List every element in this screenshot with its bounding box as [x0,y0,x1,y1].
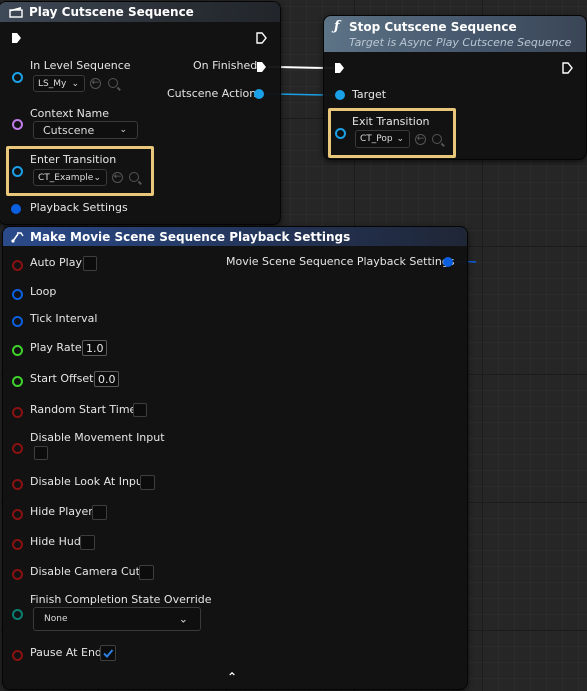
pause-at-end-checkbox[interactable] [100,645,116,661]
play-rate-label: Play Rate [30,341,82,354]
use-selected-icon[interactable]: ← [415,134,426,145]
hide-hud-pin[interactable] [12,539,23,550]
disable-movement-input-label: Disable Movement Input [30,431,165,444]
tick-interval-pin[interactable] [12,316,23,327]
play-rate-input[interactable]: 1.0 [82,340,107,356]
make-struct-icon [11,231,24,243]
context-name-value: Cutscene [43,123,95,137]
hide-hud-label: Hide Hud [30,535,81,548]
use-selected-icon[interactable]: ← [90,78,101,89]
play-exec-out-pin[interactable] [256,32,267,44]
play-node-header[interactable]: Play Cutscene Sequence [0,2,280,22]
enter-transition-pin[interactable] [12,166,23,177]
enter-transition-value: CT_Example [38,172,94,183]
auto-play-checkbox[interactable] [83,256,97,271]
playback-settings-label: Playback Settings [30,201,128,214]
context-name-pin[interactable] [12,119,23,130]
clapperboard-icon [9,7,23,18]
pause-at-end-label: Pause At End [30,646,102,659]
disable-look-at-input-pin[interactable] [12,479,23,490]
enter-transition-label: Enter Transition [30,153,117,166]
random-start-time-checkbox[interactable] [133,403,147,417]
random-start-time-label: Random Start Time [30,403,137,416]
in-level-sequence-pin[interactable] [12,72,23,83]
function-f-icon: ƒ [334,19,340,34]
disable-movement-input-pin[interactable] [12,443,23,454]
stop-node-subtitle: Target is Async Play Cutscene Sequence [349,36,572,49]
finish-completion-value: None [44,614,68,624]
auto-play-pin[interactable] [12,260,23,271]
disable-camera-cuts-label: Disable Camera Cuts [30,565,146,578]
start-offset-label: Start Offset [30,372,94,385]
exit-transition-dropdown[interactable]: CT_Pop ⌄ [355,130,410,148]
random-start-time-pin[interactable] [12,407,23,418]
enter-transition-dropdown[interactable]: CT_Example ⌄ [33,169,107,186]
on-finished-label: On Finished [193,59,258,72]
disable-movement-input-checkbox[interactable] [34,446,48,460]
exit-transition-value: CT_Pop [360,134,393,144]
play-node-title: Play Cutscene Sequence [29,5,194,19]
disable-camera-cuts-pin[interactable] [12,569,23,580]
cutscene-action-label: Cutscene Action [167,87,257,100]
disable-look-at-input-checkbox[interactable] [140,475,155,490]
use-selected-icon[interactable]: ← [112,172,123,183]
start-offset-input[interactable]: 0.0 [94,371,119,387]
context-name-dropdown[interactable]: Cutscene ⌄ [33,121,138,139]
context-name-label: Context Name [30,107,110,120]
target-pin[interactable] [335,90,345,100]
exit-transition-label: Exit Transition [352,115,430,128]
finish-completion-dropdown[interactable]: None ⌄ [33,607,201,631]
chevron-down-icon: ⌄ [93,172,101,183]
playback-settings-pin[interactable] [11,204,21,214]
browse-search-icon[interactable] [432,134,442,144]
chevron-down-icon: ⌄ [178,612,188,626]
auto-play-label: Auto Play [30,256,82,269]
chevron-down-icon: ⌄ [119,125,127,135]
stop-exec-in-pin[interactable] [334,62,345,74]
stop-node-header[interactable]: ƒ Stop Cutscene Sequence Target is Async… [324,16,586,52]
chevron-down-icon: ⌄ [71,78,79,89]
on-finished-exec-pin[interactable] [256,61,267,73]
chevron-down-icon: ⌄ [396,134,404,144]
browse-search-icon[interactable] [129,172,139,182]
in-level-sequence-label: In Level Sequence [30,59,131,72]
in-level-sequence-value: LS_My [38,78,67,89]
exit-transition-pin[interactable] [335,128,346,139]
start-offset-pin[interactable] [12,376,23,387]
play-rate-pin[interactable] [12,345,23,356]
output-settings-label: Movie Scene Sequence Playback Settings [226,255,455,268]
finish-completion-label: Finish Completion State Override [30,593,212,606]
checkmark-icon [103,649,114,658]
hide-hud-checkbox[interactable] [80,535,95,550]
target-label: Target [352,88,387,101]
stop-exec-out-pin[interactable] [562,62,573,74]
loop-pin[interactable] [12,289,23,300]
loop-label: Loop [30,285,57,298]
cutscene-action-pin[interactable] [254,89,264,99]
hide-player-pin[interactable] [12,509,23,520]
pause-at-end-pin[interactable] [12,650,23,661]
output-settings-pin[interactable] [443,257,453,267]
browse-search-icon[interactable] [108,78,118,88]
make-node-header[interactable]: Make Movie Scene Sequence Playback Setti… [3,227,467,246]
disable-look-at-input-label: Disable Look At Input [30,475,148,488]
play-exec-in-pin[interactable] [11,32,22,44]
hide-player-label: Hide Player [30,505,93,518]
stop-node-title: Stop Cutscene Sequence [349,20,517,34]
disable-camera-cuts-checkbox[interactable] [139,565,154,580]
in-level-sequence-dropdown[interactable]: LS_My ⌄ [33,75,85,92]
tick-interval-label: Tick Interval [30,312,98,325]
hide-player-checkbox[interactable] [92,505,107,520]
make-node-title: Make Movie Scene Sequence Playback Setti… [30,229,351,244]
finish-completion-pin[interactable] [12,609,23,620]
collapse-chevron-icon[interactable]: ⌃ [227,670,237,684]
